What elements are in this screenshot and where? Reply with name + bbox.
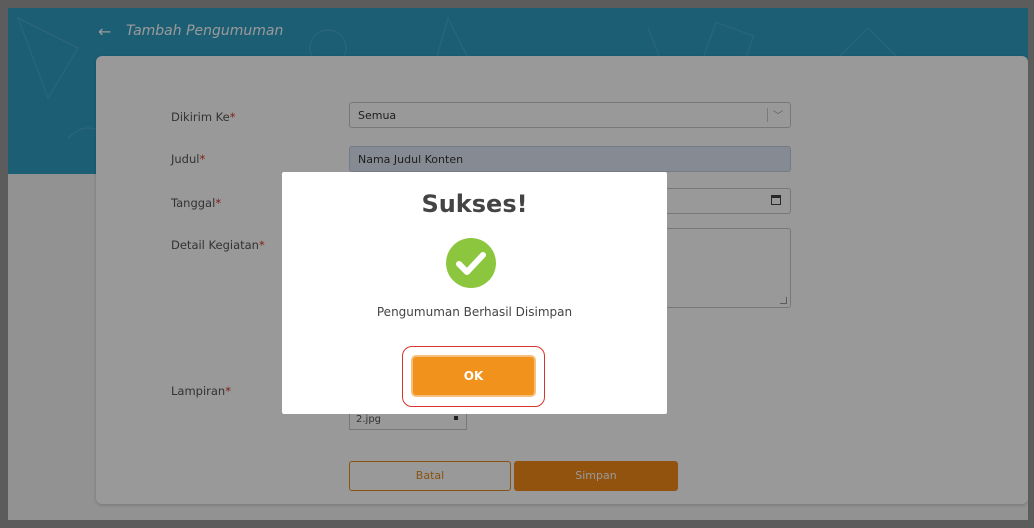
check-circle-icon	[446, 238, 496, 288]
dialog-message: Pengumuman Berhasil Disimpan	[376, 305, 573, 319]
success-dialog: Sukses! Pengumuman Berhasil Disimpan OK	[282, 172, 667, 414]
dialog-title: Sukses!	[421, 190, 528, 218]
ok-button[interactable]: OK	[413, 357, 534, 395]
